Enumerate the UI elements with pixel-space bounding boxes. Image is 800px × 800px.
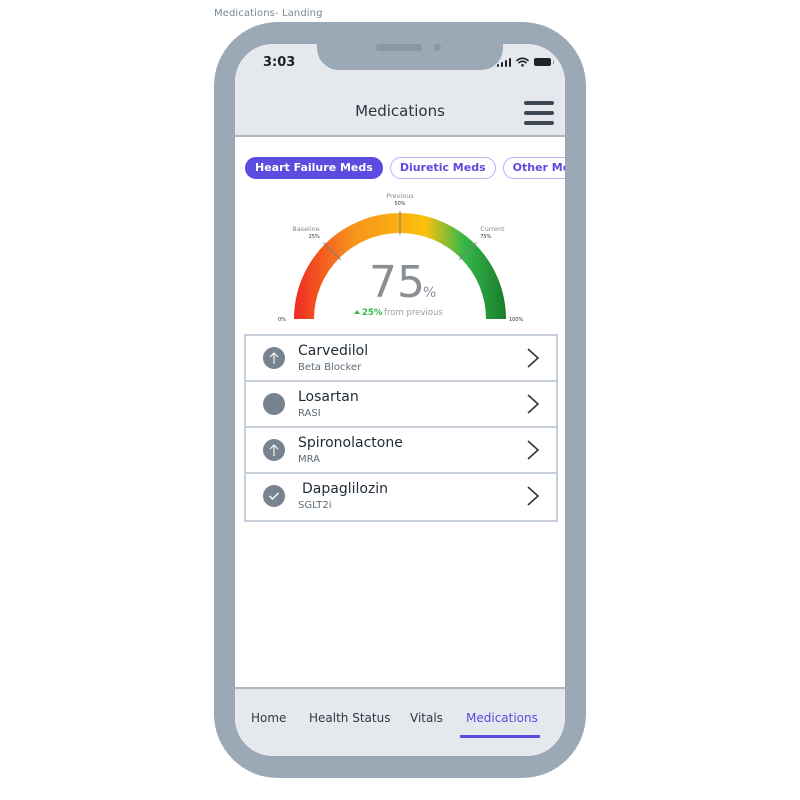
gauge-max-label: 100% — [509, 317, 524, 323]
chevron-right-icon[interactable] — [526, 485, 540, 507]
medication-name: Spironolactone — [298, 435, 403, 451]
hamburger-menu-icon[interactable] — [524, 101, 554, 125]
medication-item-carvedilol[interactable]: Carvedilol Beta Blocker — [246, 336, 556, 382]
medication-class: MRA — [298, 454, 321, 465]
phone-screen: 3:03 Medications Heart Failure Meds Diur… — [235, 44, 565, 756]
gauge-marker-value: 50% — [394, 201, 405, 207]
gauge-value: 75 — [369, 257, 425, 308]
battery-icon — [534, 58, 554, 66]
gauge-unit: % — [423, 285, 436, 301]
wifi-icon — [516, 57, 529, 67]
frame-label: Medications- Landing — [214, 8, 323, 19]
chevron-right-icon[interactable] — [526, 347, 540, 369]
active-nav-indicator — [460, 735, 540, 738]
nav-home[interactable]: Home — [251, 711, 286, 725]
tab-heart-failure-meds[interactable]: Heart Failure Meds — [245, 157, 383, 179]
medication-name: Dapaglilozin — [302, 481, 389, 497]
chevron-right-icon[interactable] — [526, 439, 540, 461]
medication-class: SGLT2i — [298, 500, 332, 511]
medication-class: RASI — [298, 408, 321, 419]
status-time: 3:03 — [263, 55, 296, 70]
front-camera — [434, 44, 441, 51]
gauge-marker-name: Baseline — [292, 225, 320, 233]
medication-item-dapaglilozin[interactable]: Dapaglilozin SGLT2i — [246, 474, 556, 520]
status-icons — [496, 57, 554, 67]
trend-up-icon — [354, 310, 360, 314]
tab-diuretic-meds[interactable]: Diuretic Meds — [389, 157, 496, 179]
gauge-marker-value: 75% — [480, 234, 491, 240]
medication-name: Losartan — [298, 389, 359, 405]
page-title: Medications — [355, 102, 445, 120]
gauge-min-label: 0% — [278, 317, 286, 323]
nav-medications[interactable]: Medications — [466, 711, 538, 725]
gauge-change-suffix: from previous — [384, 308, 443, 318]
chevron-right-icon[interactable] — [526, 393, 540, 415]
medication-name: Carvedilol — [298, 343, 369, 359]
tab-other-meds[interactable]: Other Meds — [502, 157, 565, 179]
gauge-change-value: 25% — [362, 308, 383, 318]
medication-list: Carvedilol Beta Blocker Losartan RASI Sp… — [244, 334, 558, 522]
medication-item-spironolactone[interactable]: Spironolactone MRA — [246, 428, 556, 474]
medication-class: Beta Blocker — [298, 362, 362, 373]
gauge-marker-name: Current — [480, 225, 505, 233]
arrow-up-icon — [263, 347, 285, 369]
adherence-gauge: 25% Baseline 50% Previous 75% Current 0% 100%… — [278, 192, 523, 329]
gauge-marker-value: 25% — [309, 234, 320, 240]
speaker-grille — [376, 44, 422, 51]
empty-circle-icon — [263, 393, 285, 415]
gauge-marker-name: Previous — [386, 192, 414, 200]
arrow-up-icon — [263, 439, 285, 461]
medication-item-losartan[interactable]: Losartan RASI — [246, 382, 556, 428]
nav-vitals[interactable]: Vitals — [410, 711, 443, 725]
med-category-tabs: Heart Failure Meds Diuretic Meds Other M… — [245, 157, 565, 179]
nav-health-status[interactable]: Health Status — [309, 711, 390, 725]
checkmark-icon — [263, 485, 285, 507]
bottom-nav: Home Health Status Vitals Medications — [235, 687, 565, 756]
